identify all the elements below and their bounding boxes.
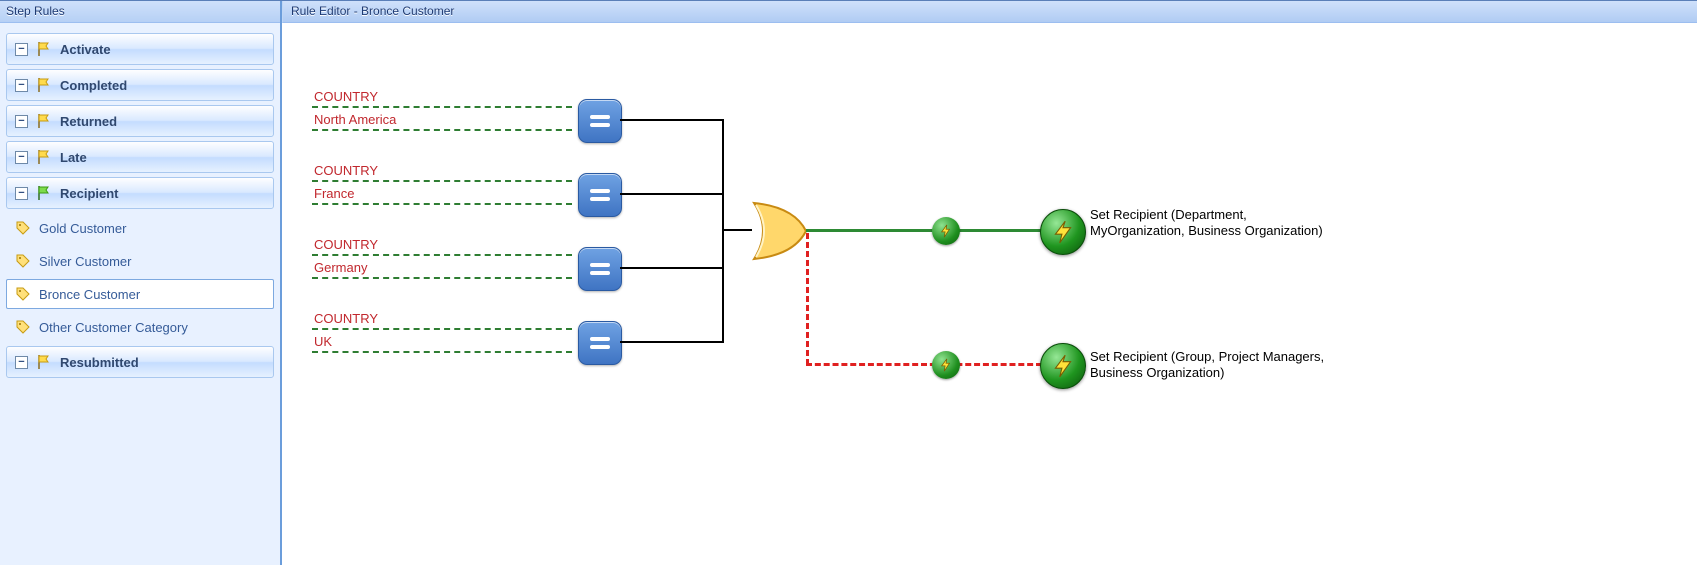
condition-value: France [314, 186, 572, 201]
category-recipient[interactable]: − Recipient [6, 177, 274, 209]
expand-icon[interactable]: − [15, 356, 28, 369]
flag-icon [36, 77, 52, 93]
connector-false [806, 233, 809, 365]
condition-block[interactable]: COUNTRY Germany [312, 237, 572, 279]
flag-icon [36, 354, 52, 370]
or-gate-icon[interactable] [750, 199, 810, 263]
connector [722, 119, 724, 343]
condition-field: COUNTRY [314, 237, 572, 252]
action-label-false: Set Recipient (Group, Project Managers, … [1090, 349, 1340, 381]
category-returned[interactable]: − Returned [6, 105, 274, 137]
connector-false [806, 363, 1042, 366]
connector [620, 267, 722, 269]
operator-equals[interactable] [578, 99, 622, 143]
divider [312, 254, 572, 256]
condition-field: COUNTRY [314, 89, 572, 104]
flag-icon [36, 149, 52, 165]
bolt-icon [939, 224, 953, 238]
tag-icon [15, 220, 31, 236]
flag-icon [36, 113, 52, 129]
expand-icon[interactable]: − [15, 151, 28, 164]
condition-value: UK [314, 334, 572, 349]
bolt-icon [1050, 219, 1076, 245]
divider [312, 180, 572, 182]
rule-bronce-customer[interactable]: Bronce Customer [6, 279, 274, 309]
condition-value: North America [314, 112, 572, 127]
category-resubmitted[interactable]: − Resubmitted [6, 346, 274, 378]
expand-icon[interactable]: − [15, 43, 28, 56]
connector [620, 341, 722, 343]
divider [312, 351, 572, 353]
divider [312, 106, 572, 108]
sidebar-title: Step Rules [0, 1, 280, 23]
condition-field: COUNTRY [314, 311, 572, 326]
action-node-small[interactable] [932, 217, 960, 245]
bolt-icon [939, 358, 953, 372]
condition-block[interactable]: COUNTRY UK [312, 311, 572, 353]
operator-equals[interactable] [578, 173, 622, 217]
condition-block[interactable]: COUNTRY North America [312, 89, 572, 131]
rule-label: Other Customer Category [39, 320, 188, 335]
bolt-icon [1050, 353, 1076, 379]
tag-icon [15, 319, 31, 335]
expand-icon[interactable]: − [15, 79, 28, 92]
category-label: Returned [60, 114, 117, 129]
connector [722, 229, 752, 231]
category-label: Completed [60, 78, 127, 93]
rule-label: Silver Customer [39, 254, 131, 269]
rule-other-customer-category[interactable]: Other Customer Category [6, 312, 274, 342]
operator-equals[interactable] [578, 247, 622, 291]
action-node-small[interactable] [932, 351, 960, 379]
rule-canvas[interactable]: COUNTRY North America COUNTRY France COU… [282, 23, 1697, 565]
app-root: Step Rules − Activate − Completed − Retu… [0, 0, 1697, 565]
category-label: Resubmitted [60, 355, 139, 370]
action-label-true: Set Recipient (Department, MyOrganizatio… [1090, 207, 1340, 239]
category-label: Late [60, 150, 87, 165]
connector [620, 193, 722, 195]
expand-icon[interactable]: − [15, 115, 28, 128]
divider [312, 203, 572, 205]
rule-label: Bronce Customer [39, 287, 140, 302]
category-label: Activate [60, 42, 111, 57]
category-completed[interactable]: − Completed [6, 69, 274, 101]
rule-silver-customer[interactable]: Silver Customer [6, 246, 274, 276]
connector [620, 119, 722, 121]
sidebar-tree: − Activate − Completed − Returned − Late [0, 23, 280, 565]
sidebar: Step Rules − Activate − Completed − Retu… [0, 1, 282, 565]
divider [312, 277, 572, 279]
operator-equals[interactable] [578, 321, 622, 365]
action-node[interactable] [1040, 209, 1086, 255]
category-label: Recipient [60, 186, 119, 201]
condition-block[interactable]: COUNTRY France [312, 163, 572, 205]
condition-field: COUNTRY [314, 163, 572, 178]
connector-true [806, 229, 1042, 232]
category-activate[interactable]: − Activate [6, 33, 274, 65]
flag-icon [36, 185, 52, 201]
rule-editor: Rule Editor - Bronce Customer COUNTRY No… [282, 1, 1697, 565]
flag-icon [36, 41, 52, 57]
collapse-icon[interactable]: − [15, 187, 28, 200]
rule-label: Gold Customer [39, 221, 126, 236]
tag-icon [15, 253, 31, 269]
tag-icon [15, 286, 31, 302]
divider [312, 129, 572, 131]
category-late[interactable]: − Late [6, 141, 274, 173]
divider [312, 328, 572, 330]
rule-gold-customer[interactable]: Gold Customer [6, 213, 274, 243]
condition-value: Germany [314, 260, 572, 275]
editor-title: Rule Editor - Bronce Customer [282, 1, 1697, 23]
action-node[interactable] [1040, 343, 1086, 389]
